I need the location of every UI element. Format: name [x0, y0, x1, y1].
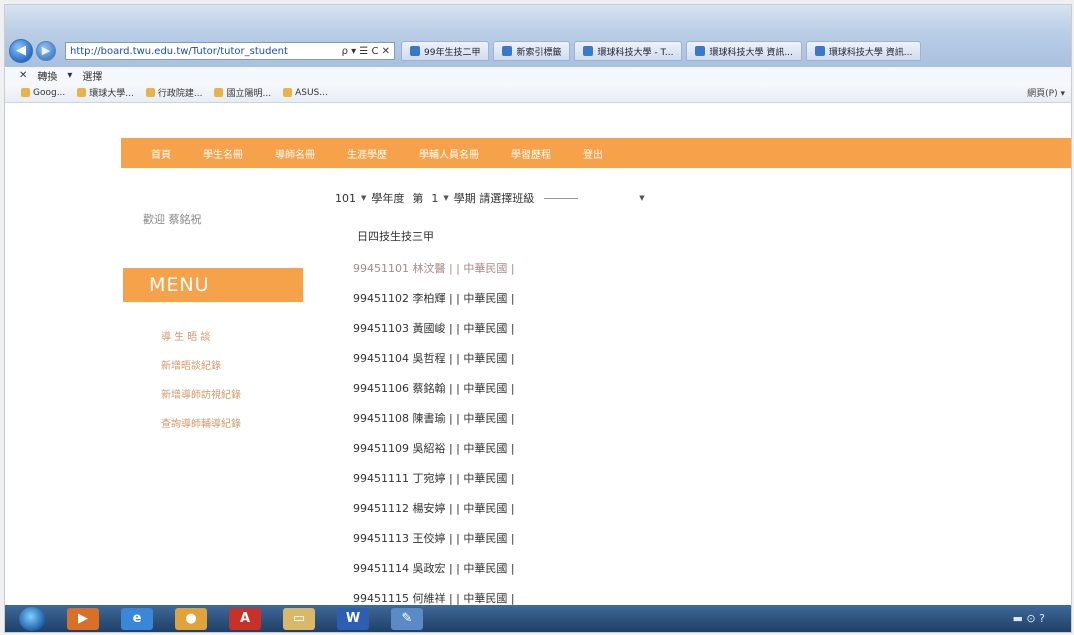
screen: ◀ ▶ http://board.twu.edu.tw/Tutor/tutor_…	[4, 4, 1072, 633]
favorite-link[interactable]: 環球大學...	[77, 86, 134, 99]
convert-button[interactable]: 轉換	[37, 68, 57, 83]
browser-nav-row: ◀ ▶ http://board.twu.edu.tw/Tutor/tutor_…	[9, 39, 925, 63]
list-item[interactable]: 99451111 丁宛婷 | | 中華民國 |	[353, 464, 515, 494]
tab-strip: 99年生技二甲 新索引標籤 環球科技大學 - T... 環球科技大學 資訊...…	[401, 41, 925, 61]
favorite-label: 環球大學...	[89, 89, 134, 99]
tab-1[interactable]: 99年生技二甲	[401, 41, 490, 61]
favorite-link[interactable]: 國立陽明...	[214, 86, 271, 99]
favorite-label: ASUS...	[295, 87, 328, 98]
page-icon	[583, 46, 594, 56]
term-select[interactable]: 1	[431, 192, 438, 205]
tab-label: 環球科技大學 資訊...	[709, 47, 793, 58]
system-tray[interactable]: ▬ ⊙ ?	[1013, 612, 1045, 625]
chevron-down-icon[interactable]: ▼	[443, 194, 448, 202]
page-icon	[814, 46, 825, 56]
page-icon	[502, 46, 513, 56]
tab-3[interactable]: 環球科技大學 - T...	[574, 41, 683, 61]
address-controls[interactable]: ρ ▾ ☰ C ✕	[342, 46, 390, 57]
close-icon[interactable]: ✕	[19, 70, 27, 81]
list-item[interactable]: 99451114 吳政宏 | | 中華民國 |	[353, 554, 515, 584]
nav-home[interactable]: 首頁	[151, 146, 171, 161]
list-item[interactable]: 99451113 王佼婷 | | 中華民國 |	[353, 524, 515, 554]
list-item[interactable]: 99451108 陳書瑜 | | 中華民國 |	[353, 404, 515, 434]
start-button[interactable]	[19, 606, 45, 631]
tab-2[interactable]: 新索引標籤	[493, 41, 571, 61]
ie-icon[interactable]: e	[121, 607, 153, 630]
list-item[interactable]: 99451101 林汶醫 | | 中華民國 |	[353, 254, 515, 284]
nav-logout[interactable]: 登出	[583, 146, 603, 161]
pdf-icon[interactable]: A	[229, 607, 261, 630]
tab-4[interactable]: 環球科技大學 資訊...	[686, 41, 802, 61]
favorite-icon	[77, 88, 87, 97]
term-label: 學期 請選擇班級	[453, 192, 535, 205]
nav-counselor-list[interactable]: 學輔人員名冊	[419, 146, 479, 161]
list-item[interactable]: 99451106 蔡銘翰 | | 中華民國 |	[353, 374, 515, 404]
back-icon[interactable]: ◀	[9, 39, 33, 63]
nav-tutor-list[interactable]: 導師名冊	[275, 146, 315, 161]
folder-icon[interactable]: ▭	[283, 607, 315, 630]
list-item[interactable]: 99451109 吳紹裕 | | 中華民國 |	[353, 434, 515, 464]
top-nav: 首頁 學生名冊 導師名冊 生涯學歷 學輔人員名冊 學習歷程 登出	[121, 138, 1071, 168]
paint-icon[interactable]: ✎	[391, 607, 423, 630]
tab-label: 99年生技二甲	[424, 47, 481, 58]
year-label: 學年度	[371, 192, 405, 205]
class-selector: 101 ▼ 學年度 第 1 ▼ 學期 請選擇班級 ▼	[335, 190, 650, 206]
page-icon	[695, 46, 706, 56]
list-item[interactable]: 99451104 吳哲程 | | 中華民國 |	[353, 344, 515, 374]
favorite-link[interactable]: ASUS...	[283, 88, 328, 98]
chevron-down-icon[interactable]: ▾	[67, 70, 72, 81]
list-item[interactable]: 99451103 黃國峻 | | 中華民國 |	[353, 314, 515, 344]
favorite-label: 行政院建...	[157, 89, 203, 99]
list-item[interactable]: 99451102 李柏輝 | | 中華民國 |	[353, 284, 515, 314]
media-player-icon[interactable]: ▶	[67, 607, 99, 630]
address-text: http://board.twu.edu.tw/Tutor/tutor_stud…	[70, 45, 288, 57]
year-select[interactable]: 101	[335, 192, 356, 205]
list-item[interactable]: 99451112 楊安婷 | | 中華民國 |	[353, 494, 515, 524]
sidebar-link-query-records[interactable]: 查詢導師輔導紀錄	[161, 415, 241, 430]
student-list: 99451101 林汶醫 | | 中華民國 | 99451102 李柏輝 | |…	[353, 254, 515, 614]
favorite-icon	[145, 88, 155, 97]
class-title: 日四技生技三甲	[357, 230, 434, 243]
tab-5[interactable]: 環球科技大學 資訊...	[805, 41, 922, 61]
favorite-label: Goog...	[33, 87, 66, 98]
favorites-bar: Goog... 環球大學... 行政院建... 國立陽明... ASUS... …	[5, 83, 1071, 103]
favorite-link[interactable]: Goog...	[21, 88, 65, 98]
class-select[interactable]	[544, 197, 579, 199]
nav-career[interactable]: 生涯學歷	[347, 146, 387, 161]
chevron-down-icon[interactable]: ▼	[639, 194, 644, 202]
tab-label: 新索引標籤	[516, 47, 562, 58]
favorite-label: 國立陽明...	[226, 89, 272, 99]
favorite-icon	[21, 88, 30, 97]
page-icon	[410, 46, 420, 56]
sidebar-link-add-interview[interactable]: 新增晤談紀錄	[161, 357, 221, 372]
favorite-link[interactable]: 行政院建...	[145, 86, 203, 99]
sidebar-link-add-visit[interactable]: 新增導師訪視紀錄	[161, 386, 241, 401]
tab-label: 環球科技大學 資訊...	[828, 47, 913, 58]
word-icon[interactable]: W	[337, 607, 369, 630]
term-prefix: 第	[412, 192, 424, 205]
command-bar: ✕ 轉換 ▾ 選擇	[5, 67, 1071, 83]
forward-icon[interactable]: ▶	[36, 41, 56, 61]
tab-label: 環球科技大學 - T...	[597, 47, 674, 58]
favorite-icon	[214, 88, 224, 97]
nav-student-list[interactable]: 學生名冊	[203, 146, 243, 161]
browser-titlebar: ◀ ▶ http://board.twu.edu.tw/Tutor/tutor_…	[5, 5, 1071, 67]
taskbar: ▶ e ● A ▭ W ✎ ▬ ⊙ ?	[5, 605, 1071, 632]
menu-heading: MENU	[123, 268, 303, 302]
sidebar-link-tutoring[interactable]: 導 生 晤 談	[161, 328, 211, 343]
chevron-down-icon[interactable]: ▼	[361, 194, 366, 202]
welcome-text: 歡迎 蔡銘祝	[143, 213, 202, 226]
select-button[interactable]: 選擇	[82, 68, 102, 83]
web-page: 首頁 學生名冊 導師名冊 生涯學歷 學輔人員名冊 學習歷程 登出 歡迎 蔡銘祝 …	[5, 104, 1071, 605]
favorite-icon	[283, 88, 293, 97]
page-menu-button[interactable]: 網頁(P) ▾	[1027, 86, 1065, 99]
address-bar[interactable]: http://board.twu.edu.tw/Tutor/tutor_stud…	[65, 42, 395, 60]
nav-learning[interactable]: 學習歷程	[511, 146, 551, 161]
chrome-icon[interactable]: ●	[175, 607, 207, 630]
